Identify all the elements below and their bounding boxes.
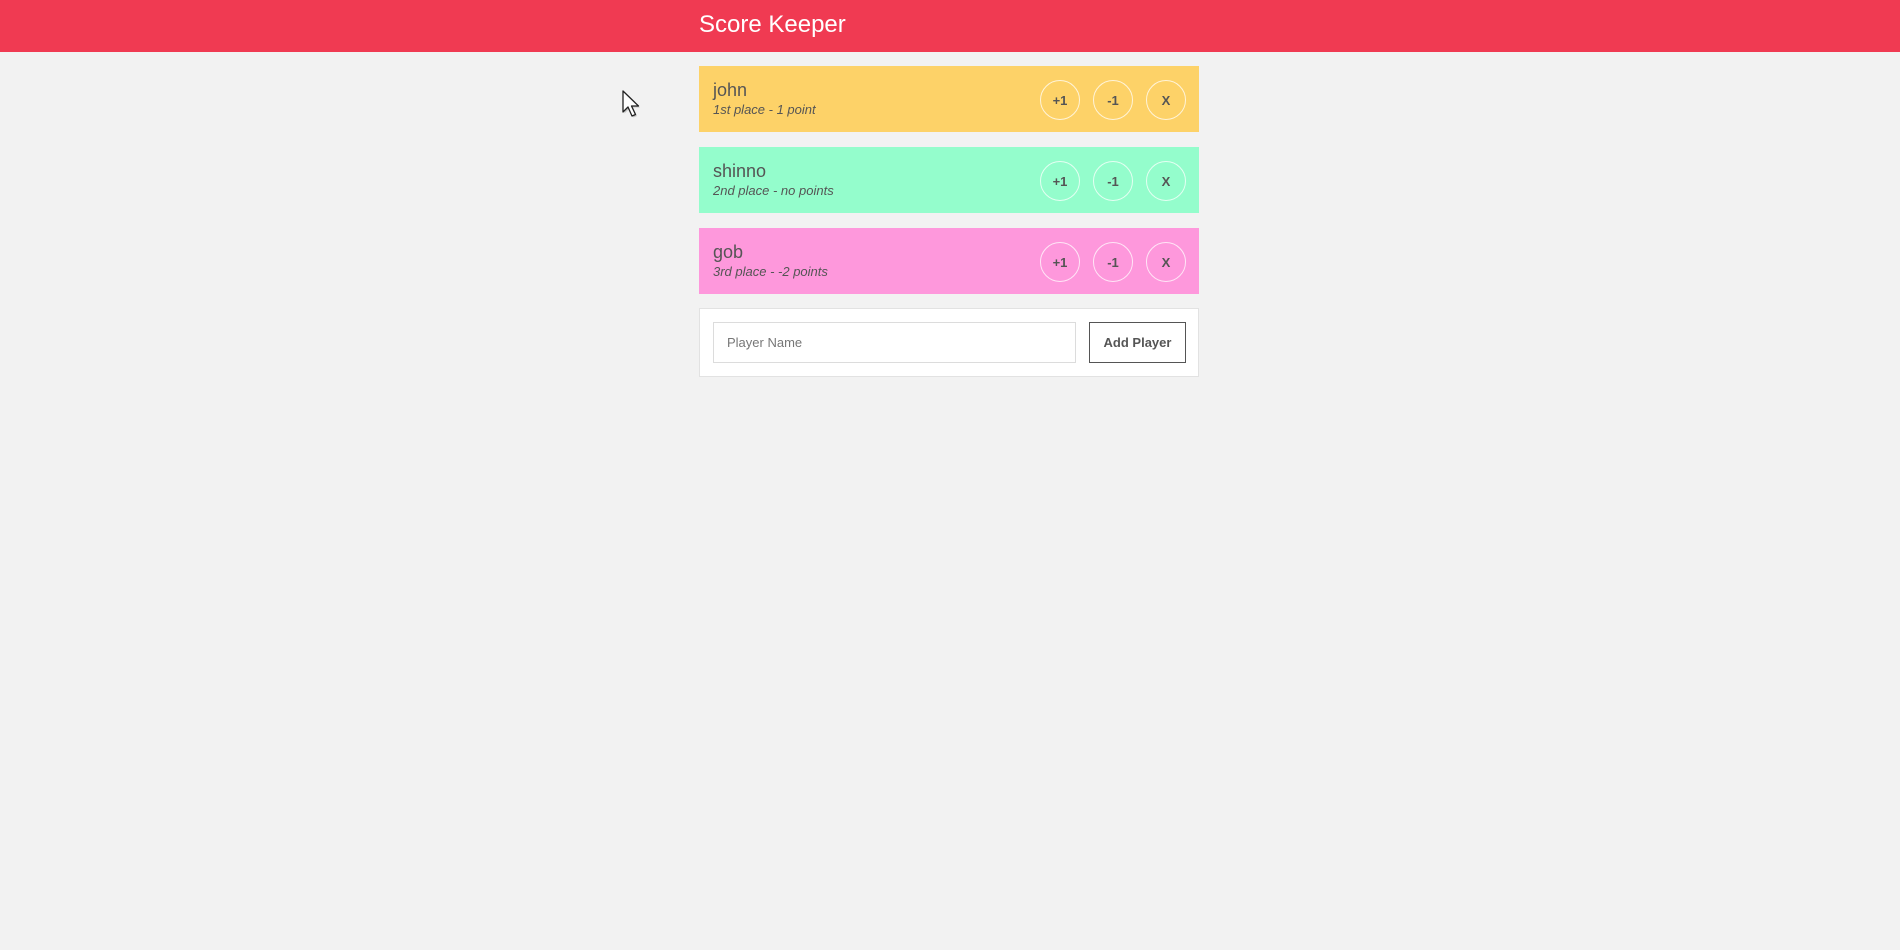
remove-player-button[interactable]: X [1146, 161, 1186, 201]
remove-player-button[interactable]: X [1146, 242, 1186, 282]
add-point-button[interactable]: +1 [1040, 161, 1080, 201]
add-point-button[interactable]: +1 [1040, 242, 1080, 282]
add-point-button[interactable]: +1 [1040, 80, 1080, 120]
player-list: john 1st place - 1 point +1 -1 X shinno … [699, 66, 1199, 309]
player-name-input[interactable] [713, 322, 1076, 363]
player-name: shinno [713, 161, 767, 181]
player-status: 1st place - 1 point [713, 102, 816, 117]
app-title: Score Keeper [699, 11, 846, 38]
player-actions: +1 -1 X [1040, 161, 1186, 201]
add-player-button[interactable]: Add Player [1089, 322, 1186, 363]
mouse-pointer-icon [622, 90, 640, 118]
player-name: john [713, 80, 748, 100]
remove-player-button[interactable]: X [1146, 80, 1186, 120]
player-name: gob [713, 242, 744, 262]
player-actions: +1 -1 X [1040, 80, 1186, 120]
player-card-shinno: shinno 2nd place - no points +1 -1 X [699, 147, 1199, 213]
player-card-john: john 1st place - 1 point +1 -1 X [699, 66, 1199, 132]
player-status: 2nd place - no points [713, 183, 834, 198]
subtract-point-button[interactable]: -1 [1093, 161, 1133, 201]
subtract-point-button[interactable]: -1 [1093, 242, 1133, 282]
subtract-point-button[interactable]: -1 [1093, 80, 1133, 120]
player-actions: +1 -1 X [1040, 242, 1186, 282]
player-status: 3rd place - -2 points [713, 264, 828, 279]
player-card-gob: gob 3rd place - -2 points +1 -1 X [699, 228, 1199, 294]
add-player-form: Add Player [699, 308, 1199, 377]
app-header: Score Keeper [0, 0, 1900, 52]
